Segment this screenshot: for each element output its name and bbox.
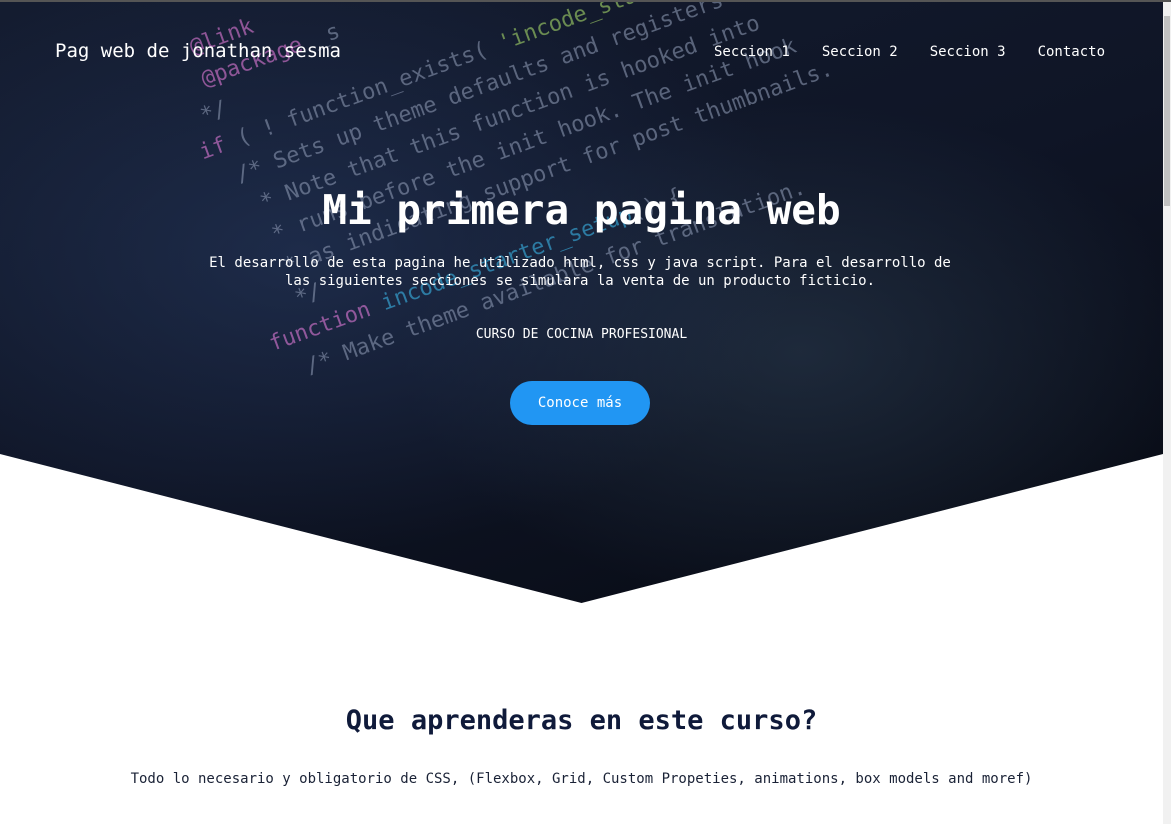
nav-links: Seccion 1 Seccion 2 Seccion 3 Contacto xyxy=(714,44,1105,60)
conoce-mas-button[interactable]: Conoce más xyxy=(510,381,650,425)
section-title: Que aprenderas en este curso? xyxy=(345,705,818,736)
page-scrollbar[interactable] xyxy=(1163,2,1171,824)
site-brand[interactable]: Pag web de jonathan sesma xyxy=(55,40,341,62)
hero-title: Mi primera pagina web xyxy=(322,186,841,234)
nav-link-seccion-1[interactable]: Seccion 1 xyxy=(714,44,790,60)
hero-course-name: CURSO DE COCINA PROFESIONAL xyxy=(475,327,688,342)
hero-description: El desarrollo de esta pagina he utilizad… xyxy=(209,255,951,289)
section-subtitle: Todo lo necesario y obligatorio de CSS, … xyxy=(130,771,1033,787)
nav-link-seccion-3[interactable]: Seccion 3 xyxy=(930,44,1006,60)
scrollbar-thumb[interactable] xyxy=(1164,16,1170,206)
nav-link-contacto[interactable]: Contacto xyxy=(1038,44,1105,60)
nav-link-seccion-2[interactable]: Seccion 2 xyxy=(822,44,898,60)
navbar: Pag web de jonathan sesma Seccion 1 Secc… xyxy=(0,2,1163,102)
